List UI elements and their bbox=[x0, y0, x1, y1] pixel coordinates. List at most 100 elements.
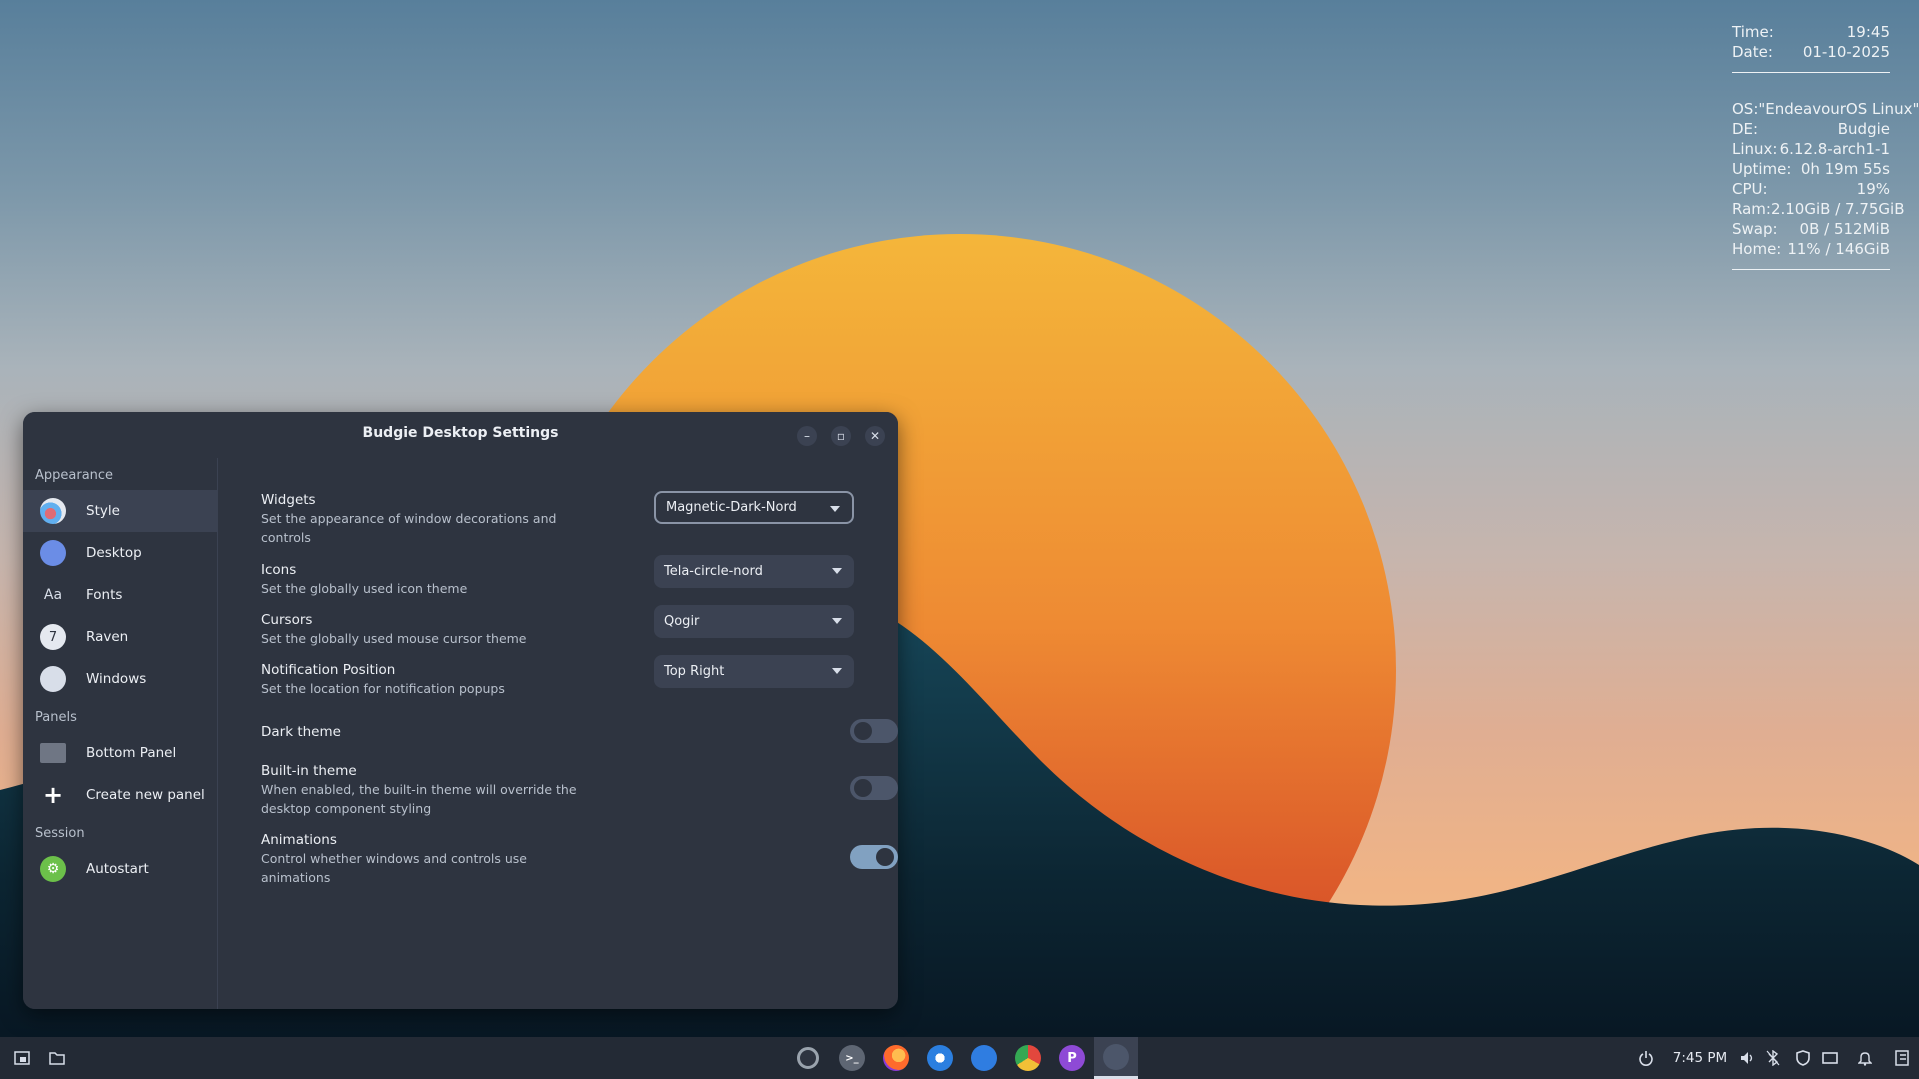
info-label: Uptime: bbox=[1732, 160, 1792, 178]
date-value: 01-10-2025 bbox=[1802, 43, 1890, 61]
time-value: 19:45 bbox=[1846, 23, 1890, 41]
browser-app-icon bbox=[1015, 1045, 1041, 1071]
taskbar-app-button[interactable] bbox=[1094, 1037, 1138, 1079]
info-value: 11% / 146GiB bbox=[1787, 240, 1890, 258]
chevron-down-icon bbox=[830, 506, 840, 512]
sidebar-item-style[interactable]: Style bbox=[23, 490, 217, 532]
setting-builtin-theme: Built-in theme When enabled, the built-i… bbox=[261, 762, 898, 818]
time-label: Time: bbox=[1732, 23, 1774, 41]
info-label: Linux: bbox=[1732, 140, 1778, 158]
taskbar-app-button[interactable] bbox=[918, 1037, 962, 1079]
setting-cursors: Cursors Set the globally used mouse curs… bbox=[261, 605, 898, 648]
dropdown-value: Tela-circle-nord bbox=[664, 564, 763, 579]
sidebar-section-header: Panels bbox=[35, 710, 77, 725]
clock[interactable]: 7:45 PM bbox=[1670, 1037, 1730, 1079]
dropdown-value: Top Right bbox=[664, 664, 725, 679]
system-info-row: Uptime: 0h 19m 55s bbox=[1732, 159, 1890, 179]
window-title: Budgie Desktop Settings bbox=[362, 425, 559, 441]
sidebar-item-label: Bottom Panel bbox=[86, 745, 177, 761]
info-value: 19% bbox=[1856, 180, 1890, 198]
system-info-row: Ram: 2.10GiB / 7.75GiB bbox=[1732, 199, 1905, 219]
system-info-row: CPU: 19% bbox=[1732, 179, 1890, 199]
firefox-app-icon bbox=[883, 1045, 909, 1071]
notifications-button[interactable] bbox=[1854, 1037, 1876, 1079]
taskbar-app-button[interactable] bbox=[1006, 1037, 1050, 1079]
info-label: Swap: bbox=[1732, 220, 1778, 238]
taskbar-app-button[interactable]: P bbox=[1050, 1037, 1094, 1079]
settings-app-icon bbox=[1103, 1043, 1129, 1070]
terminal-app-icon: >_ bbox=[839, 1045, 865, 1071]
sidebar-section-header: Session bbox=[35, 826, 85, 841]
minimize-button[interactable]: – bbox=[797, 426, 817, 446]
taskbar-app-button[interactable] bbox=[786, 1037, 830, 1079]
sidebar-item-label: Desktop bbox=[86, 545, 142, 561]
setting-description: Set the appearance of window decorations… bbox=[261, 511, 557, 545]
setting-notification-position: Notification Position Set the location f… bbox=[261, 655, 898, 698]
show-desktop-icon bbox=[14, 1051, 30, 1065]
toggle-knob bbox=[854, 722, 872, 740]
sidebar-item-desktop[interactable]: Desktop bbox=[23, 532, 217, 574]
bluetooth-button[interactable] bbox=[1762, 1037, 1784, 1079]
taskbar-app-button[interactable]: >_ bbox=[830, 1037, 874, 1079]
bluetooth-off-icon bbox=[1766, 1050, 1780, 1066]
sidebar-item-label: Fonts bbox=[86, 587, 123, 603]
sidebar-item-label: Create new panel bbox=[86, 787, 205, 803]
info-value: 0B / 512MiB bbox=[1799, 220, 1890, 238]
divider bbox=[1732, 269, 1890, 270]
sidebar-item-label: Autostart bbox=[86, 861, 149, 877]
dropdown-value: Magnetic-Dark-Nord bbox=[666, 500, 797, 515]
setting-name: Dark theme bbox=[261, 724, 341, 740]
info-label: DE: bbox=[1732, 120, 1759, 138]
updater-app-icon bbox=[971, 1045, 997, 1071]
system-info-widget: Time: 19:45 Date: 01-10-2025 OS:"Endeavour… bbox=[1732, 22, 1919, 270]
plus-icon: + bbox=[42, 781, 64, 809]
files-button[interactable] bbox=[45, 1037, 69, 1079]
notification-position-dropdown[interactable]: Top Right bbox=[654, 655, 854, 688]
sidebar-item-autostart[interactable]: ⚙ Autostart bbox=[23, 848, 217, 890]
taskbar-app-button[interactable] bbox=[962, 1037, 1006, 1079]
panel-icon bbox=[40, 743, 66, 763]
volume-button[interactable] bbox=[1736, 1037, 1758, 1079]
chevron-down-icon bbox=[832, 668, 842, 674]
bottom-panel: >_ P 7:45 PM bbox=[0, 1037, 1919, 1079]
sidebar-item-raven[interactable]: 7 Raven bbox=[23, 616, 217, 658]
show-desktop-button[interactable] bbox=[10, 1037, 34, 1079]
titlebar[interactable]: Budgie Desktop Settings – ▫ ✕ bbox=[23, 412, 898, 458]
setting-dark-theme: Dark theme bbox=[261, 719, 898, 743]
animations-toggle[interactable] bbox=[850, 845, 898, 869]
bell-icon bbox=[1858, 1052, 1872, 1066]
folder-icon bbox=[49, 1052, 65, 1065]
cursor-theme-dropdown[interactable]: Qogir bbox=[654, 605, 854, 638]
setting-widgets: Widgets Set the appearance of window dec… bbox=[261, 491, 898, 547]
raven-toggle-button[interactable] bbox=[1892, 1037, 1912, 1079]
windows-icon bbox=[40, 666, 66, 692]
setting-animations: Animations Control whether windows and c… bbox=[261, 831, 898, 887]
builtin-theme-toggle[interactable] bbox=[850, 776, 898, 800]
system-info-row: Home: 11% / 146GiB bbox=[1732, 239, 1890, 259]
setting-description: When enabled, the built-in theme will ov… bbox=[261, 782, 577, 816]
dark-theme-toggle[interactable] bbox=[850, 719, 898, 743]
sidebar-item-create-new-panel[interactable]: + Create new panel bbox=[23, 774, 217, 816]
info-label: Ram: bbox=[1732, 200, 1771, 218]
maximize-button[interactable]: ▫ bbox=[831, 426, 851, 446]
security-button[interactable] bbox=[1792, 1037, 1814, 1079]
widgets-theme-dropdown[interactable]: Magnetic-Dark-Nord bbox=[654, 491, 854, 524]
sidebar-item-fonts[interactable]: Aa Fonts bbox=[23, 574, 217, 616]
power-button[interactable] bbox=[1635, 1037, 1657, 1079]
setting-icons: Icons Set the globally used icon theme T… bbox=[261, 555, 898, 598]
desktop-icon bbox=[40, 540, 66, 566]
taskbar-app-button[interactable] bbox=[874, 1037, 918, 1079]
display-button[interactable] bbox=[1819, 1037, 1841, 1079]
settings-content: Widgets Set the appearance of window dec… bbox=[217, 458, 898, 1009]
icons-theme-dropdown[interactable]: Tela-circle-nord bbox=[654, 555, 854, 588]
toggle-knob bbox=[854, 779, 872, 797]
setting-name: Built-in theme bbox=[261, 763, 357, 779]
close-button[interactable]: ✕ bbox=[865, 426, 885, 446]
sidebar-item-label: Style bbox=[86, 503, 120, 519]
sidebar-section-header: Appearance bbox=[35, 468, 114, 483]
os-line: OS:"EndeavourOS Linux" bbox=[1732, 100, 1919, 118]
dropdown-value: Qogir bbox=[664, 614, 700, 629]
setting-description: Set the globally used mouse cursor theme bbox=[261, 631, 527, 646]
sidebar-item-windows[interactable]: Windows bbox=[23, 658, 217, 700]
sidebar-item-bottom-panel[interactable]: Bottom Panel bbox=[23, 732, 217, 774]
